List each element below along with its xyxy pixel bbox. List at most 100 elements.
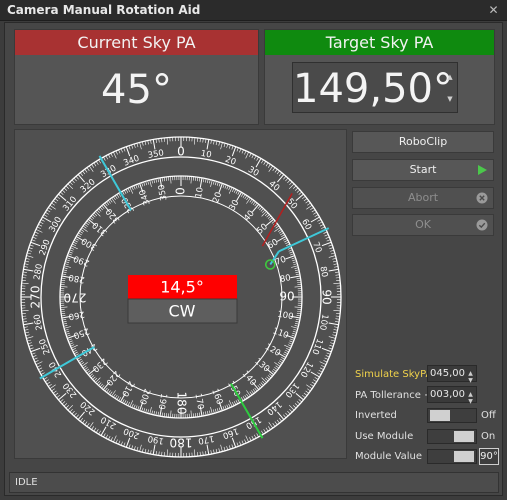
inner-tick <box>214 181 217 186</box>
outer-tick <box>321 347 332 353</box>
outer-tick <box>256 433 259 438</box>
inner-tick <box>294 325 299 327</box>
outer-tick <box>147 140 149 145</box>
outer-tick <box>71 179 75 184</box>
outer-tick <box>147 449 149 454</box>
outer-tick <box>86 167 90 171</box>
outer-scale-label: 30 <box>246 165 260 179</box>
inner-scale-label: 40 <box>242 209 257 224</box>
module-value-box[interactable]: 90° <box>479 448 499 465</box>
outer-tick <box>23 322 34 326</box>
outer-tick <box>105 155 109 160</box>
inner-tick <box>207 179 209 184</box>
outer-scale-label: 100 <box>317 313 330 331</box>
outer-tick <box>43 214 48 217</box>
inner-tick <box>216 181 219 186</box>
inner-tick <box>157 411 159 416</box>
inner-tick <box>228 403 231 408</box>
inner-tick <box>291 334 296 337</box>
inner-tick <box>68 251 73 254</box>
outer-tick <box>45 379 49 383</box>
outer-tick <box>29 244 34 247</box>
inner-tick <box>143 408 146 413</box>
spin-up-icon[interactable]: ▲ <box>445 73 455 81</box>
outer-tick <box>330 342 335 345</box>
inner-tick <box>199 412 201 417</box>
inner-tick <box>228 186 231 191</box>
outer-tick <box>28 344 33 347</box>
outer-tick <box>307 388 311 392</box>
outer-tick <box>35 361 43 365</box>
outer-tick <box>215 448 218 453</box>
inner-tick <box>69 249 74 252</box>
inner-tick <box>131 186 134 191</box>
inner-tick <box>72 243 76 246</box>
outer-tick <box>43 377 48 380</box>
outer-tick <box>113 435 117 443</box>
inner-tick <box>149 407 152 414</box>
inner-tick <box>78 232 82 236</box>
inner-tick <box>79 230 84 234</box>
outer-tick <box>75 414 79 418</box>
outer-scale-label: 160 <box>221 425 240 440</box>
inner-tick <box>261 211 267 217</box>
angle-readout: 14,5° <box>160 278 204 297</box>
use-module-toggle[interactable] <box>427 429 477 444</box>
spin-down-icon[interactable]: ▼ <box>445 95 455 103</box>
inner-tick <box>133 404 136 409</box>
inner-tick <box>288 249 293 252</box>
module-value-label: Module Value <box>355 451 423 462</box>
inner-scale-label: 220 <box>103 368 121 387</box>
inner-tick <box>78 358 82 362</box>
inner-tick <box>254 387 258 392</box>
outer-tick <box>218 141 220 146</box>
inner-tick <box>123 400 127 404</box>
start-button[interactable]: Start <box>352 159 494 181</box>
outer-tick <box>268 422 274 429</box>
module-value-slider[interactable] <box>427 449 477 464</box>
outer-tick <box>328 268 339 272</box>
inner-tick <box>96 380 100 385</box>
simulate-skypa-input[interactable]: 045,00 ▲ ▼ <box>427 365 477 384</box>
inner-tick <box>63 269 68 271</box>
inner-tick <box>237 191 240 195</box>
inner-tick <box>90 375 95 379</box>
outer-tick <box>25 331 30 334</box>
inner-tick <box>281 357 285 360</box>
check-circle-icon <box>476 219 488 231</box>
inverted-toggle[interactable] <box>427 408 477 423</box>
outer-tick <box>241 149 244 154</box>
target-pa-spinbox[interactable]: 149,50° ▲ ▼ <box>292 62 458 113</box>
inner-tick <box>286 348 290 351</box>
inner-tick <box>65 330 70 333</box>
outer-tick <box>118 149 121 154</box>
inner-tick <box>95 377 101 383</box>
inner-tick <box>92 214 96 218</box>
outer-tick <box>268 165 274 172</box>
outer-tick <box>133 446 136 451</box>
outer-tick <box>25 334 30 336</box>
close-icon[interactable]: ✕ <box>486 3 501 18</box>
outer-tick <box>293 185 297 189</box>
inner-tick <box>294 269 299 271</box>
inner-tick <box>141 182 144 187</box>
outer-scale-label: 220 <box>79 399 98 417</box>
inner-tick <box>135 184 138 189</box>
inner-tick <box>273 368 277 372</box>
inner-tick <box>145 181 148 186</box>
pa-tolerance-input[interactable]: 003,00 ▲ ▼ <box>427 386 477 405</box>
inner-tick <box>61 315 66 317</box>
outer-tick <box>311 209 316 213</box>
roboclip-button[interactable]: RoboClip <box>352 131 494 153</box>
outer-tick <box>335 274 340 276</box>
spin-down-icon[interactable]: ▼ <box>466 394 475 409</box>
outer-tick <box>251 154 254 159</box>
outer-tick <box>305 390 309 394</box>
outer-tick <box>82 419 86 424</box>
outer-tick <box>27 249 32 252</box>
inner-tick <box>295 321 300 323</box>
ok-button[interactable]: OK <box>352 214 494 236</box>
abort-button[interactable]: Abort <box>352 187 494 209</box>
inner-tick <box>93 378 98 382</box>
inner-tick <box>68 340 73 343</box>
